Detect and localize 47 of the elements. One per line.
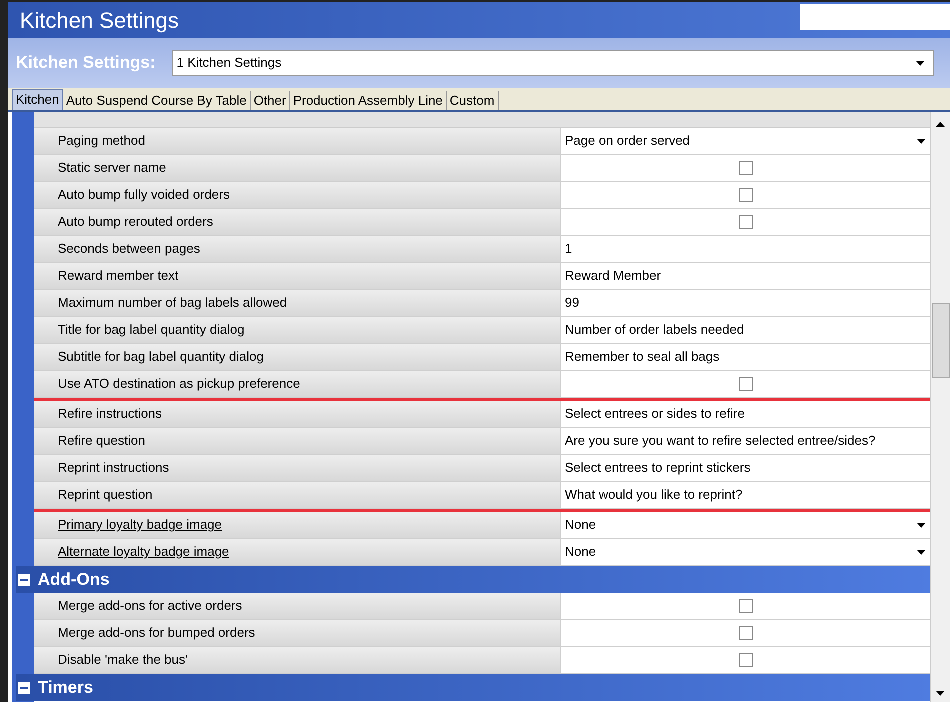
setting-label: Refire question [34, 428, 560, 454]
setting-label: Disable 'make the bus' [34, 647, 560, 673]
checkbox[interactable] [738, 215, 752, 229]
checkbox[interactable] [738, 599, 752, 613]
checkbox[interactable] [738, 653, 752, 667]
scroll-down-icon[interactable] [936, 691, 945, 696]
setting-label: Maximum number of bag labels allowed [34, 290, 560, 316]
setting-link[interactable]: Alternate loyalty badge image [34, 539, 560, 565]
section-title: Timers [38, 676, 94, 699]
checkbox[interactable] [738, 377, 752, 391]
scroll-up-icon[interactable] [936, 122, 945, 127]
tab[interactable]: Custom [446, 91, 499, 110]
checkbox[interactable] [738, 161, 752, 175]
selector-label: Kitchen Settings: [16, 52, 156, 74]
setting-label: Title for bag label quantity dialog [34, 317, 560, 343]
setting-label: Auto bump rerouted orders [34, 209, 560, 235]
tab[interactable]: Production Assembly Line [290, 91, 447, 110]
setting-label: Reward member text [34, 263, 560, 289]
settings-dropdown[interactable]: 1 Kitchen Settings [172, 50, 934, 76]
dropdown-arrow-icon [917, 550, 926, 554]
checkbox[interactable] [738, 626, 752, 640]
setting-link[interactable]: Primary loyalty badge image [34, 512, 560, 538]
setting-label: Reprint question [34, 482, 560, 508]
scrollbar-thumb[interactable] [932, 303, 950, 378]
setting-label: Subtitle for bag label quantity dialog [34, 344, 560, 370]
window-title: Kitchen Settings [19, 6, 179, 35]
checkbox[interactable] [738, 188, 752, 202]
setting-label: Refire instructions [34, 401, 560, 427]
setting-label: Auto bump fully voided orders [34, 182, 560, 208]
tab[interactable]: Other [250, 91, 290, 110]
setting-label: Use ATO destination as pickup preference [34, 371, 560, 397]
tab[interactable]: Auto Suspend Course By Table [63, 91, 251, 110]
vertical-scrollbar[interactable] [930, 112, 950, 702]
collapse-icon[interactable] [18, 574, 30, 586]
setting-label: Paging method [34, 128, 560, 154]
dropdown-arrow-icon [916, 60, 925, 66]
setting-label: Merge add-ons for bumped orders [34, 620, 560, 646]
dropdown-arrow-icon [917, 138, 926, 144]
setting-label: Seconds between pages [34, 236, 560, 262]
setting-label: Static server name [34, 155, 560, 181]
dropdown-arrow-icon [917, 522, 926, 528]
section-title: Add-Ons [38, 568, 110, 591]
setting-label: Merge add-ons for active orders [34, 593, 560, 619]
collapse-icon[interactable] [18, 682, 30, 694]
tab[interactable]: Kitchen [12, 89, 64, 110]
search-field[interactable] [800, 4, 950, 30]
setting-label: Reprint instructions [34, 455, 560, 481]
